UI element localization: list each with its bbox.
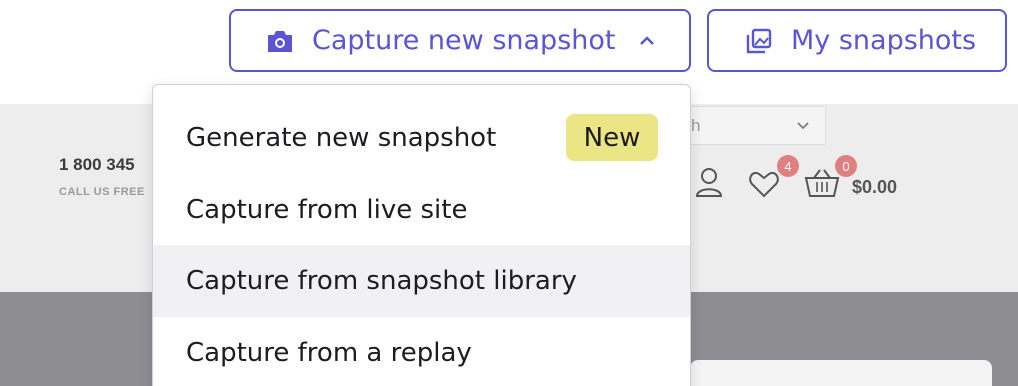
- my-snapshots-label: My snapshots: [791, 25, 977, 56]
- heart-icon[interactable]: [748, 170, 780, 203]
- wishlist-count-badge: 4: [777, 155, 799, 177]
- cart-total: $0.00: [852, 177, 898, 197]
- capture-new-snapshot-button[interactable]: Capture new snapshot: [229, 9, 691, 72]
- menu-item-label: Capture from live site: [186, 195, 468, 225]
- capture-options-dropdown: Generate new snapshot New Capture from l…: [152, 84, 691, 386]
- menu-item-capture-from-replay[interactable]: Capture from a replay: [153, 317, 690, 386]
- menu-item-capture-from-live-site[interactable]: Capture from live site: [153, 174, 690, 246]
- content-card: [690, 360, 992, 386]
- chevron-down-icon: [795, 117, 811, 138]
- new-badge: New: [566, 114, 658, 161]
- image-gallery-icon: [744, 26, 774, 56]
- my-snapshots-button[interactable]: My snapshots: [707, 9, 1007, 72]
- menu-item-label: Capture from snapshot library: [186, 266, 577, 296]
- camera-icon: [265, 26, 295, 56]
- menu-item-label: Generate new snapshot: [186, 123, 497, 153]
- basket-icon[interactable]: [804, 168, 840, 203]
- call-us-label: CALL US FREE: [59, 186, 145, 198]
- chevron-up-icon: [637, 31, 657, 51]
- cart-count-badge: 0: [835, 155, 857, 177]
- phone-number: 1 800 345: [59, 155, 135, 174]
- menu-item-label: Capture from a replay: [186, 338, 472, 368]
- user-icon[interactable]: [694, 166, 724, 203]
- capture-new-snapshot-label: Capture new snapshot: [312, 25, 616, 56]
- menu-item-capture-from-snapshot-library[interactable]: Capture from snapshot library: [153, 245, 690, 317]
